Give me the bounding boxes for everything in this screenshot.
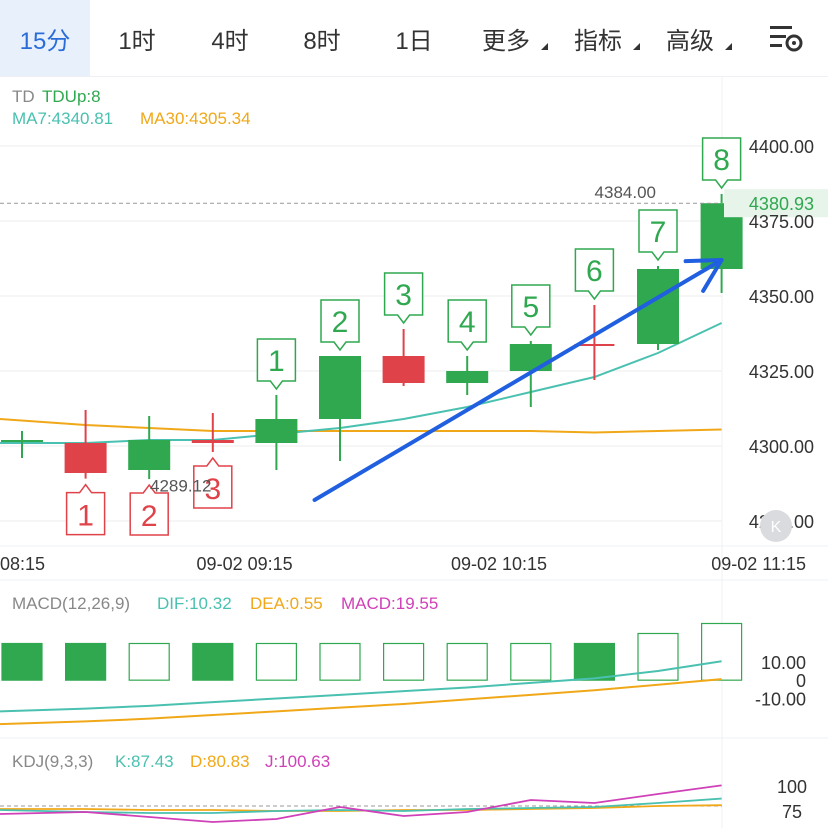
time-axis: 08:15 09-02 09:15 09-02 10:15 09-02 11:15 (0, 554, 806, 574)
dropdown-caret-icon (725, 43, 732, 50)
dea-line (0, 678, 722, 726)
td-marker-label: 7 (650, 216, 667, 249)
td-marker-label: 8 (713, 144, 730, 177)
td-marker-label: 5 (522, 291, 539, 324)
td-marker-label: 2 (141, 500, 158, 533)
tab-more[interactable]: 更多 (460, 0, 552, 76)
candle-body (64, 443, 107, 473)
kdj-j-line (0, 784, 722, 823)
tab-1d[interactable]: 1日 (368, 0, 460, 76)
candle-body (382, 356, 425, 383)
macd-bar (64, 642, 107, 681)
time-tick-label: 09-02 11:15 (711, 554, 806, 574)
candle-body (191, 440, 234, 443)
kdj-axis: 1007550 (777, 777, 807, 828)
td-legend-value: TDUp:8 (42, 87, 101, 106)
candle-body (446, 371, 489, 383)
macd-bar (319, 642, 361, 681)
macd-tick-label: 10.00 (761, 653, 806, 673)
macd-bar (128, 642, 170, 681)
macd-bar (446, 642, 488, 681)
time-tick-label: 09-02 09:15 (197, 554, 293, 574)
kdj-lines (0, 784, 722, 823)
ma7-legend: MA7:4340.81 (12, 109, 113, 128)
macd-legend-dif: DIF:10.32 (157, 594, 232, 613)
dropdown-caret-icon (633, 43, 640, 50)
price-tick-label: 4300.00 (749, 437, 814, 457)
kdj-legend-name: KDJ(9,3,3) (12, 752, 93, 771)
tab-15m[interactable]: 15分 (0, 0, 90, 76)
kdj-legend-j: J:100.63 (265, 752, 330, 771)
kdj-tick-label: 100 (777, 777, 807, 797)
macd-legend-dea: DEA:0.55 (250, 594, 323, 613)
macd-tick-label: -10.00 (755, 690, 806, 710)
td-legend-label: TD (12, 87, 35, 106)
price-tick-label: 4325.00 (749, 362, 814, 382)
td-marker-label: 2 (332, 306, 349, 339)
low-price-label: 4289.12 (150, 477, 211, 496)
macd-histogram (1, 622, 743, 681)
price-tick-label: 4375.00 (749, 212, 814, 232)
high-price-label: 4384.00 (595, 183, 656, 202)
price-gridlines (0, 145, 722, 522)
kdj-legend-d: D:80.83 (190, 752, 250, 771)
macd-axis: 10.000-10.00 (755, 653, 806, 710)
macd-bar (573, 642, 616, 681)
candles (1, 194, 743, 479)
macd-bar (255, 642, 297, 681)
macd-legend-name: MACD(12,26,9) (12, 594, 130, 613)
time-tick-label: 09-02 10:15 (451, 554, 547, 574)
candle-body (128, 440, 171, 470)
tab-8h[interactable]: 8时 (276, 0, 368, 76)
td-marker-label: 4 (459, 306, 476, 339)
macd-bar (700, 622, 743, 681)
candle-body (255, 419, 298, 443)
td-marker-label: 1 (77, 500, 94, 533)
candle-body (319, 356, 361, 419)
kdj-legend-k: K:87.43 (115, 752, 174, 771)
tab-1h[interactable]: 1时 (90, 0, 184, 76)
candle-body (509, 344, 552, 371)
macd-tick-label: 0 (796, 671, 806, 691)
tab-advanced[interactable]: 高级 (644, 0, 736, 76)
timeframe-tabbar: 15分 1时 4时 8时 1日 更多 指标 高级 (0, 0, 828, 77)
macd-bar (383, 642, 425, 681)
td-marker-label: 3 (395, 279, 412, 312)
chevron-left-icon: K (771, 519, 782, 536)
macd-bar (192, 642, 234, 681)
tab-indicators[interactable]: 指标 (552, 0, 644, 76)
price-tick-label: 4350.00 (749, 287, 814, 307)
macd-bar (510, 642, 552, 681)
tab-4h[interactable]: 4时 (184, 0, 276, 76)
time-tick-label: 08:15 (0, 554, 45, 574)
candle-body (1, 440, 43, 442)
td-marker-label: 6 (586, 255, 603, 288)
dropdown-caret-icon (541, 43, 548, 50)
chart-area: 1 231234 5678 4380.934384.004289.12 4400.0… (0, 76, 828, 828)
macd-bar (1, 642, 43, 681)
kdj-tick-label: 75 (782, 802, 802, 822)
scroll-to-latest-button[interactable]: K (760, 510, 792, 542)
price-tick-label: 4400.00 (749, 137, 814, 157)
chart-settings-icon[interactable] (768, 22, 804, 54)
ma30-legend: MA30:4305.34 (140, 109, 251, 128)
macd-legend-macd: MACD:19.55 (341, 594, 438, 613)
td-marker-label: 1 (268, 345, 285, 378)
